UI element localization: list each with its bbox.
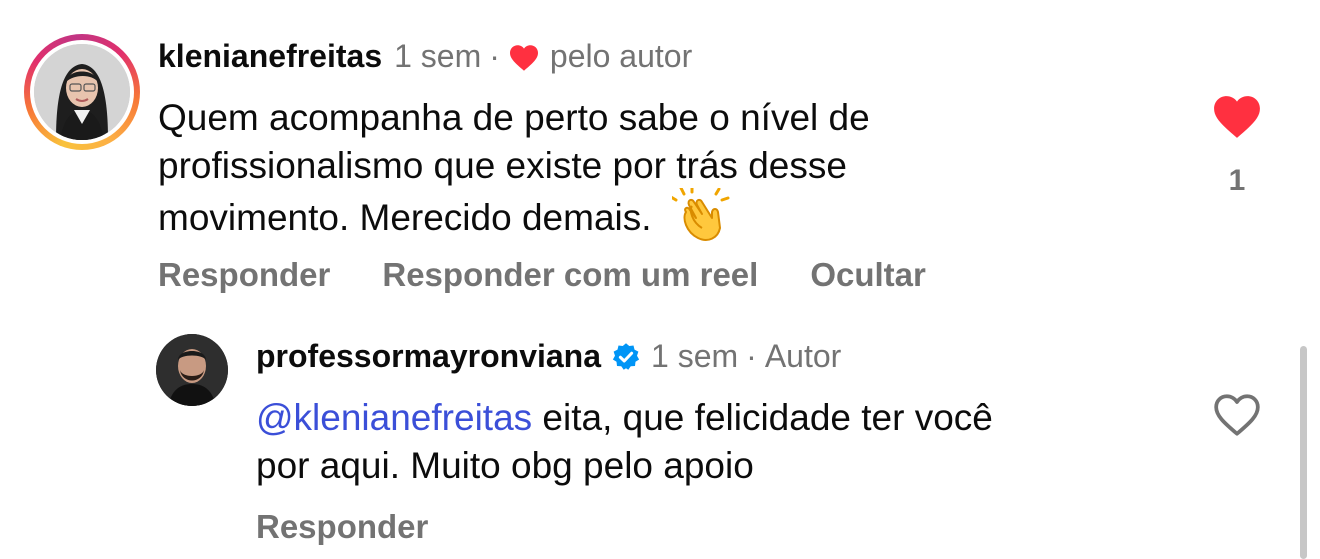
story-ring-avatar[interactable] — [24, 34, 140, 150]
comment-text: Quem acompanha de perto sabe o nível de … — [158, 94, 1178, 246]
liked-by-author-label: pelo autor — [549, 38, 693, 74]
reply-to-reply-button[interactable]: Responder — [256, 508, 428, 546]
reply-meta-separator: · — [746, 338, 757, 374]
avatar-klenianefreitas — [34, 44, 130, 140]
hide-button[interactable]: Ocultar — [810, 256, 926, 294]
clapping-hands-icon — [669, 185, 730, 244]
reply-time: 1 sem — [651, 338, 739, 374]
comment-line-1: Quem acompanha de perto sabe o nível de — [158, 97, 870, 138]
reply-meta: professormayronviana 1 sem · Autor — [256, 338, 841, 375]
comment-time: 1 sem — [394, 38, 482, 74]
avatar-professormayronviana[interactable] — [156, 334, 228, 406]
like-count: 1 — [1228, 164, 1246, 197]
reply-line-1-text: eita, que felicidade ter você — [532, 397, 993, 438]
comment-username[interactable]: klenianefreitas — [158, 38, 382, 75]
comment-actions: Responder Responder com um reel Ocultar — [158, 256, 978, 294]
like-heart-outline-icon[interactable] — [1212, 392, 1262, 438]
reply-username[interactable]: professormayronviana — [256, 338, 601, 375]
reply-actions: Responder — [256, 508, 480, 546]
comment-line-3-wrap: movimento. Merecido demais. — [158, 185, 1178, 246]
comment-meta: klenianefreitas 1 sem · pelo autor — [158, 38, 692, 75]
author-label: Autor — [764, 338, 842, 374]
heart-small-icon — [508, 43, 540, 71]
comment-line-2: profissionalismo que existe por trás des… — [158, 145, 847, 186]
reply-text: @klenianefreitas eita, que felicidade te… — [256, 394, 1196, 490]
scrollbar[interactable] — [1300, 346, 1307, 559]
reply-button[interactable]: Responder — [158, 256, 330, 294]
meta-separator: · — [489, 38, 500, 74]
reply-with-reel-button[interactable]: Responder com um reel — [382, 256, 758, 294]
comment-line-3: movimento. Merecido demais. — [158, 197, 652, 238]
mention-link[interactable]: @klenianefreitas — [256, 397, 532, 438]
verified-badge-icon — [611, 342, 641, 372]
reply-line-2: por aqui. Muito obg pelo apoio — [256, 445, 754, 486]
reply-line-1: @klenianefreitas eita, que felicidade te… — [256, 394, 1196, 442]
like-heart-filled-icon[interactable] — [1212, 94, 1262, 140]
